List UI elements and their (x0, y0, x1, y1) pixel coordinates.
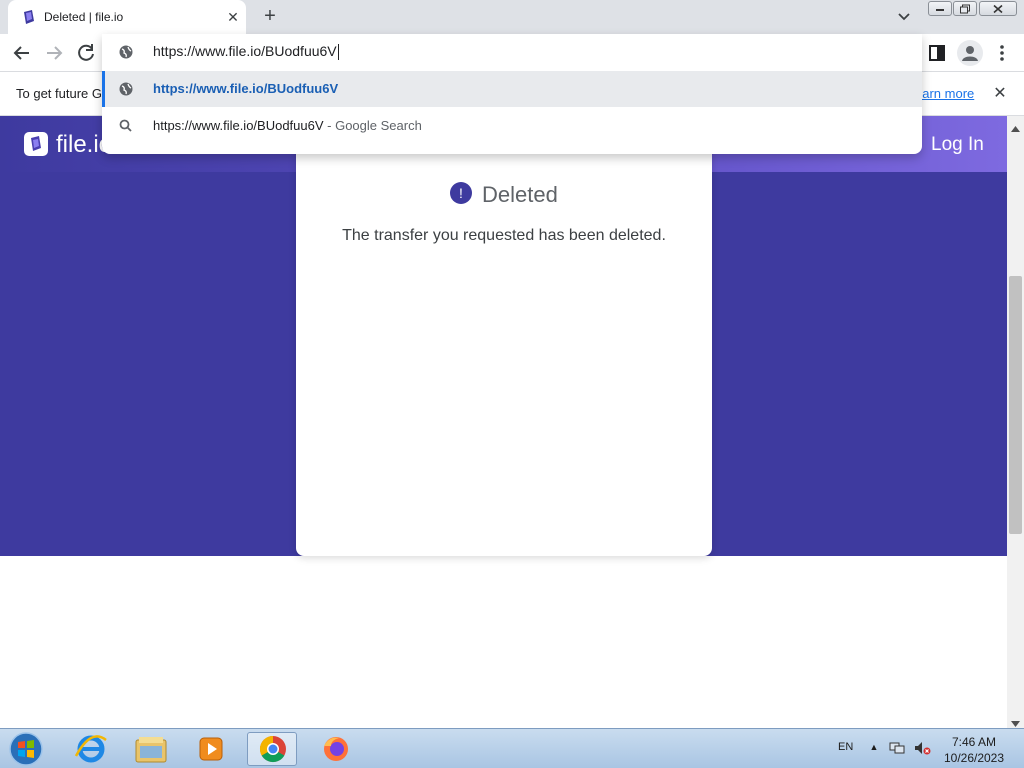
volume-muted-icon[interactable] (913, 740, 931, 756)
close-icon[interactable]: ✕ (224, 8, 242, 26)
card-message: The transfer you requested has been dele… (342, 227, 666, 244)
person-icon[interactable] (957, 40, 983, 66)
text-cursor (337, 44, 339, 61)
globe-icon (118, 44, 134, 60)
omnibox-dropdown: https://www.file.io/BUodfuu6V https://ww… (102, 34, 922, 154)
search-icon (118, 118, 134, 134)
login-link[interactable]: Log In (931, 134, 984, 156)
close-icon[interactable] (979, 1, 1017, 16)
clock-time[interactable]: 7:46 AM (944, 735, 1004, 749)
page-scrollbar[interactable] (1007, 116, 1024, 728)
arrow-right-icon[interactable] (41, 40, 67, 66)
browser-tab[interactable]: Deleted | file.io ✕ (8, 0, 246, 34)
learn-more-link[interactable]: earn more (915, 86, 974, 101)
chrome-icon[interactable] (247, 732, 297, 766)
suggestion-text: https://www.file.io/BUodfuu6V (153, 81, 339, 96)
windows-taskbar: EN ▲ 7:46 AM 10/26/2023 (0, 728, 1024, 768)
side-panel-icon[interactable] (926, 42, 948, 64)
clock-date[interactable]: 10/26/2023 (940, 751, 1008, 765)
omnibox[interactable]: https://www.file.io/BUodfuu6V (102, 34, 922, 70)
file-explorer-icon[interactable] (126, 732, 176, 766)
tab-strip: Deleted | file.io ✕ + (0, 0, 1024, 34)
omnibox-suggestion-search[interactable]: https://www.file.io/BUodfuu6V - Google S… (102, 108, 922, 144)
minimize-icon[interactable] (928, 1, 952, 16)
kebab-menu-icon[interactable] (993, 42, 1011, 64)
omnibox-suggestion-url[interactable]: https://www.file.io/BUodfuu6V (102, 71, 922, 107)
address-bar-input[interactable]: https://www.file.io/BUodfuu6V (153, 43, 339, 61)
network-icon[interactable] (889, 740, 905, 756)
close-icon[interactable]: ✕ (990, 84, 1010, 104)
language-indicator[interactable]: EN (838, 741, 853, 753)
scroll-up-arrow-icon[interactable] (1011, 120, 1020, 132)
plus-icon[interactable]: + (259, 5, 281, 27)
maximize-icon[interactable] (953, 1, 977, 16)
status-card: ! Deleted The transfer you requested has… (296, 140, 712, 556)
info-icon: ! (450, 182, 472, 204)
selection-indicator (102, 71, 105, 107)
arrow-left-icon[interactable] (9, 40, 35, 66)
media-player-icon[interactable] (186, 732, 236, 766)
file-io-logo-icon[interactable] (24, 132, 48, 156)
reload-icon[interactable] (73, 40, 99, 66)
internet-explorer-icon[interactable] (66, 732, 116, 766)
suggestion-text: https://www.file.io/BUodfuu6V - Google S… (153, 118, 422, 133)
info-bar-text: To get future G (16, 86, 102, 101)
firefox-icon[interactable] (311, 732, 361, 766)
file-io-favicon-icon (21, 9, 37, 25)
web-page: file.io Log In ! Deleted The transfer yo… (0, 116, 1007, 728)
show-hidden-icons-icon[interactable]: ▲ (868, 742, 880, 754)
start-orb-icon[interactable] (6, 731, 46, 767)
tab-title: Deleted | file.io (44, 10, 124, 24)
globe-icon (118, 81, 134, 97)
scroll-thumb[interactable] (1009, 276, 1022, 534)
chevron-down-icon[interactable] (893, 7, 915, 27)
card-heading: Deleted (482, 182, 558, 207)
scroll-down-arrow-icon[interactable] (1011, 715, 1020, 727)
suggestion-detail: - Google Search (323, 118, 422, 133)
